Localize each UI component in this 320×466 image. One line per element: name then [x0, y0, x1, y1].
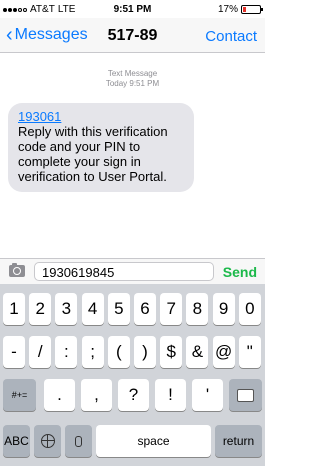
- delete-key[interactable]: [229, 379, 262, 411]
- nav-bar: ‹ Messages 517-89 Contact: [0, 18, 265, 53]
- message-body: Reply with this verification code and yo…: [18, 124, 168, 184]
- key[interactable]: 5: [107, 293, 130, 325]
- key[interactable]: 0: [238, 293, 261, 325]
- status-bar: AT&T LTE 9:51 PM 17%: [0, 0, 265, 18]
- key[interactable]: /: [29, 336, 52, 368]
- delete-icon: [237, 389, 254, 402]
- message-input[interactable]: 1930619845: [34, 262, 214, 281]
- message-bubble[interactable]: 193061 Reply with this verification code…: [8, 103, 194, 192]
- message-timestamp: Today 9:51 PM: [105, 79, 160, 88]
- key[interactable]: ,: [81, 379, 112, 411]
- key[interactable]: ?: [118, 379, 149, 411]
- camera-icon[interactable]: [9, 263, 25, 277]
- battery-percent: 17%: [217, 4, 238, 15]
- key[interactable]: 7: [160, 293, 183, 325]
- key[interactable]: 6: [134, 293, 156, 325]
- send-button[interactable]: Send: [223, 264, 257, 280]
- keyboard: ABC space return #+= 1 2 3 4 5 6 7 8 9 0 - /:;() $ & @…: [0, 284, 265, 466]
- key[interactable]: :: [55, 336, 78, 368]
- key[interactable]: ;: [81, 336, 104, 368]
- key[interactable]: .: [44, 379, 75, 411]
- key[interactable]: !: [155, 379, 186, 411]
- mic-key[interactable]: [65, 425, 92, 457]
- key[interactable]: 1: [3, 293, 25, 325]
- space-key[interactable]: space: [96, 425, 211, 457]
- key[interactable]: ): [134, 336, 156, 368]
- key[interactable]: 8: [186, 293, 209, 325]
- key[interactable]: 2: [29, 293, 52, 325]
- key[interactable]: ': [192, 379, 223, 411]
- status-right: 17%: [217, 4, 263, 15]
- symbols-key[interactable]: #+=: [3, 379, 36, 411]
- key[interactable]: 9: [212, 293, 235, 325]
- return-key[interactable]: return: [215, 425, 262, 457]
- key[interactable]: ": [238, 336, 261, 368]
- key[interactable]: (: [107, 336, 130, 368]
- verification-code-link[interactable]: 193061: [18, 109, 184, 124]
- globe-icon: [40, 434, 55, 448]
- key[interactable]: @: [212, 336, 235, 368]
- key[interactable]: 3: [55, 293, 78, 325]
- key[interactable]: &: [186, 336, 209, 368]
- composer-bar: 1930619845 Send: [0, 258, 265, 285]
- message-type-label: Text Message: [107, 69, 158, 78]
- key[interactable]: 4: [81, 293, 104, 325]
- key[interactable]: -: [3, 336, 25, 368]
- key[interactable]: $: [160, 336, 183, 368]
- contact-button[interactable]: Contact: [205, 28, 257, 45]
- battery-icon: [241, 5, 263, 14]
- mic-icon: [75, 436, 82, 447]
- abc-key[interactable]: ABC: [3, 425, 30, 457]
- conversation-area[interactable]: Text Message Today 9:51 PM 193061 Reply …: [0, 53, 265, 258]
- globe-key[interactable]: [34, 425, 61, 457]
